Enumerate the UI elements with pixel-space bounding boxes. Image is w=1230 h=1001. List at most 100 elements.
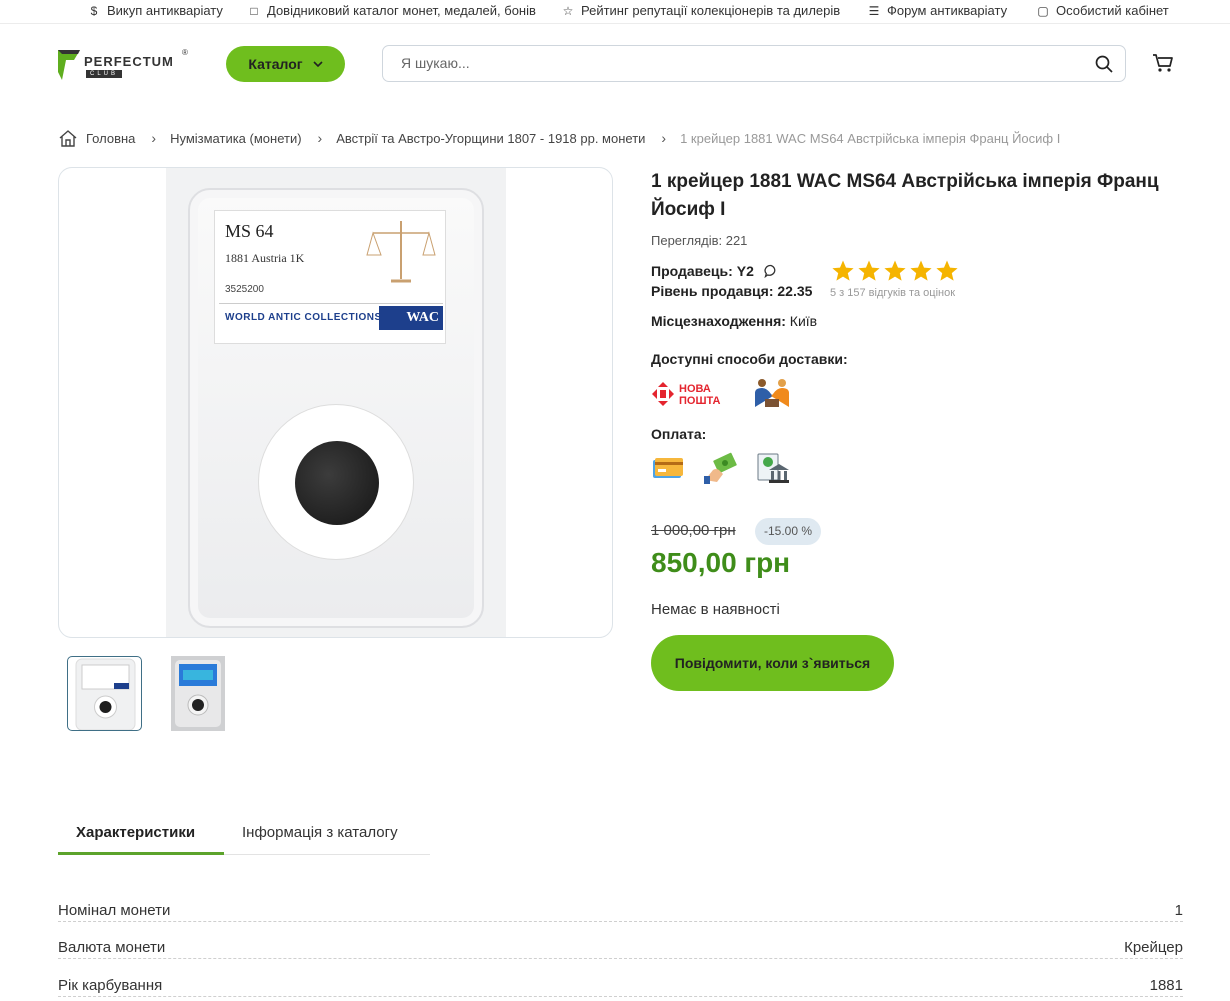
breadcrumb-austria[interactable]: Австрії та Австро-Угорщини 1807 - 1918 р…: [336, 131, 645, 146]
thumbnail-1-image: [75, 658, 136, 730]
slab-brand: WAC: [379, 306, 443, 330]
breadcrumb-numismatics[interactable]: Нумізматика (монети): [170, 131, 301, 146]
current-price: 850,00 грн: [651, 547, 791, 578]
spec-divider: [58, 921, 1183, 922]
active-tab-indicator: [58, 852, 224, 855]
chat-icon[interactable]: [764, 264, 778, 278]
nova-poshta-icon: НОВА ПОШТА: [652, 382, 721, 407]
catalog-reference-link[interactable]: □ Довідниковий каталог монет, медалей, бо…: [247, 3, 536, 18]
tab-catalog-info[interactable]: Інформація з каталогу: [242, 824, 398, 841]
logo-reg-mark: ®: [182, 48, 188, 57]
top-bar: $ Викуп антикваріату □ Довідниковий катало…: [0, 0, 1230, 24]
account-link[interactable]: ▢ Особистий кабінет: [1036, 3, 1169, 18]
seller-rating-stars: [831, 259, 959, 283]
star-icon: [936, 260, 958, 281]
catalog-button[interactable]: Каталог: [226, 46, 345, 82]
star-icon: [832, 260, 854, 281]
discount-badge: -15.00 %: [755, 518, 822, 545]
search-input[interactable]: [401, 55, 1081, 71]
tab-characteristics[interactable]: Характеристики: [76, 824, 195, 841]
location: Місцезнаходження: Київ: [651, 313, 817, 329]
spec-value: Крейцер: [1120, 939, 1183, 956]
chevron-down-icon: [313, 61, 323, 67]
chevron-right-icon: ›: [151, 130, 157, 146]
star-icon: [910, 260, 932, 281]
spec-row: Валюта монети Крейцер: [58, 939, 1183, 961]
card-payment-icon: [653, 458, 683, 478]
bank-transfer-icon: [757, 453, 789, 483]
coin-holder: [258, 404, 414, 560]
forum-icon: ☰: [868, 3, 880, 18]
breadcrumb: Головна › Нумізматика (монети) › Австрії…: [58, 128, 1060, 148]
star-icon: [884, 260, 906, 281]
book-icon: □: [250, 3, 258, 18]
thumbnail-2[interactable]: [171, 656, 225, 731]
buyout-link-label: Викуп антикваріату: [107, 3, 223, 18]
thumbnail-1[interactable]: [67, 656, 142, 731]
seller-label: Продавець:: [651, 263, 733, 279]
search-icon[interactable]: [1095, 55, 1113, 73]
catalog-reference-link-label: Довідниковий каталог монет, медалей, бон…: [267, 3, 536, 18]
account-icon: ▢: [1037, 3, 1049, 18]
np-text-2: ПОШТА: [679, 395, 721, 407]
logo-text: PERFECTUM: [84, 54, 174, 69]
seller-name-link[interactable]: Y2: [737, 263, 754, 279]
rating-link[interactable]: ☆ Рейтинг репутації колекціонерів та диле…: [561, 3, 841, 18]
chevron-right-icon: ›: [661, 130, 667, 146]
slab-desc: 1881 Austria 1K: [225, 251, 305, 265]
slab-company: WORLD ANTIC COLLECTIONS: [225, 312, 382, 323]
thumbnail-2-image: [171, 656, 225, 731]
search-box: [382, 45, 1126, 82]
location-value: Київ: [789, 313, 818, 329]
notify-when-available-button[interactable]: Повідомити, коли з`явиться: [651, 635, 894, 691]
reviews-link[interactable]: 5 з 157 відгуків та оцінок: [830, 287, 955, 299]
forum-link[interactable]: ☰ Форум антикваріату: [867, 3, 1007, 18]
chevron-right-icon: ›: [317, 130, 323, 146]
slab-grade: MS 64: [225, 221, 274, 241]
spec-value: 1: [1170, 902, 1183, 919]
spec-row: Рік карбування 1881: [58, 977, 1183, 999]
spec-divider: [58, 958, 1183, 959]
seller-level: Рівень продавця: 22.35: [651, 283, 813, 299]
coin: [295, 441, 379, 525]
spec-key: Валюта монети: [58, 939, 168, 956]
star-icon: [858, 260, 880, 281]
forum-link-label: Форум антикваріату: [887, 3, 1008, 18]
slab-footer: WORLD ANTIC COLLECTIONS WAC: [219, 303, 443, 330]
catalog-button-label: Каталог: [248, 56, 303, 72]
slab-label: MS 64 1881 Austria 1K 3525200 WORLD ANTI…: [214, 210, 446, 344]
cash-payment-icon: [704, 452, 737, 484]
seller-info: Продавець: Y2: [651, 263, 778, 279]
spec-row: Номінал монети 1: [58, 902, 1183, 924]
stock-status: Немає в наявності: [651, 601, 780, 618]
delivery-heading: Доступні способи доставки:: [651, 351, 848, 367]
slab-number: 3525200: [225, 284, 264, 295]
account-link-label: Особистий кабінет: [1056, 3, 1169, 18]
dollar-icon: $: [90, 3, 98, 18]
product-photo: MS 64 1881 Austria 1K 3525200 WORLD ANTI…: [166, 168, 506, 637]
np-text-1: НОВА: [679, 383, 711, 395]
product-title: 1 крейцер 1881 WAC MS64 Австрійська імпе…: [651, 171, 1159, 220]
spec-key: Номінал монети: [58, 902, 173, 919]
payment-heading: Оплата:: [651, 426, 707, 442]
star-outline-icon: ☆: [562, 3, 574, 18]
personal-meeting-icon: [755, 379, 789, 407]
breadcrumb-current: 1 крейцер 1881 WAC MS64 Австрійська імпе…: [680, 130, 1061, 146]
spec-divider: [58, 996, 1183, 997]
buyout-link[interactable]: $ Викуп антикваріату: [87, 3, 223, 18]
logo-mark-icon: [58, 50, 80, 80]
location-label: Місцезнаходження:: [651, 313, 786, 329]
spec-key: Рік карбування: [58, 977, 165, 994]
breadcrumb-home[interactable]: Головна: [86, 131, 135, 146]
logo[interactable]: PERFECTUM CLUB ®: [58, 48, 190, 82]
spec-value: 1881: [1145, 977, 1183, 994]
logo-sub: CLUB: [86, 70, 123, 78]
main-product-image[interactable]: MS 64 1881 Austria 1K 3525200 WORLD ANTI…: [58, 167, 613, 638]
tabs: Характеристики Інформація з каталогу: [58, 814, 430, 855]
views-count: Переглядів: 221: [651, 233, 748, 248]
home-icon[interactable]: [58, 129, 78, 147]
rating-link-label: Рейтинг репутації колекціонерів та дилер…: [581, 3, 841, 18]
old-price: 1 000,00 грн: [651, 522, 736, 539]
scales-icon: [366, 221, 436, 283]
cart-icon[interactable]: [1152, 52, 1174, 74]
